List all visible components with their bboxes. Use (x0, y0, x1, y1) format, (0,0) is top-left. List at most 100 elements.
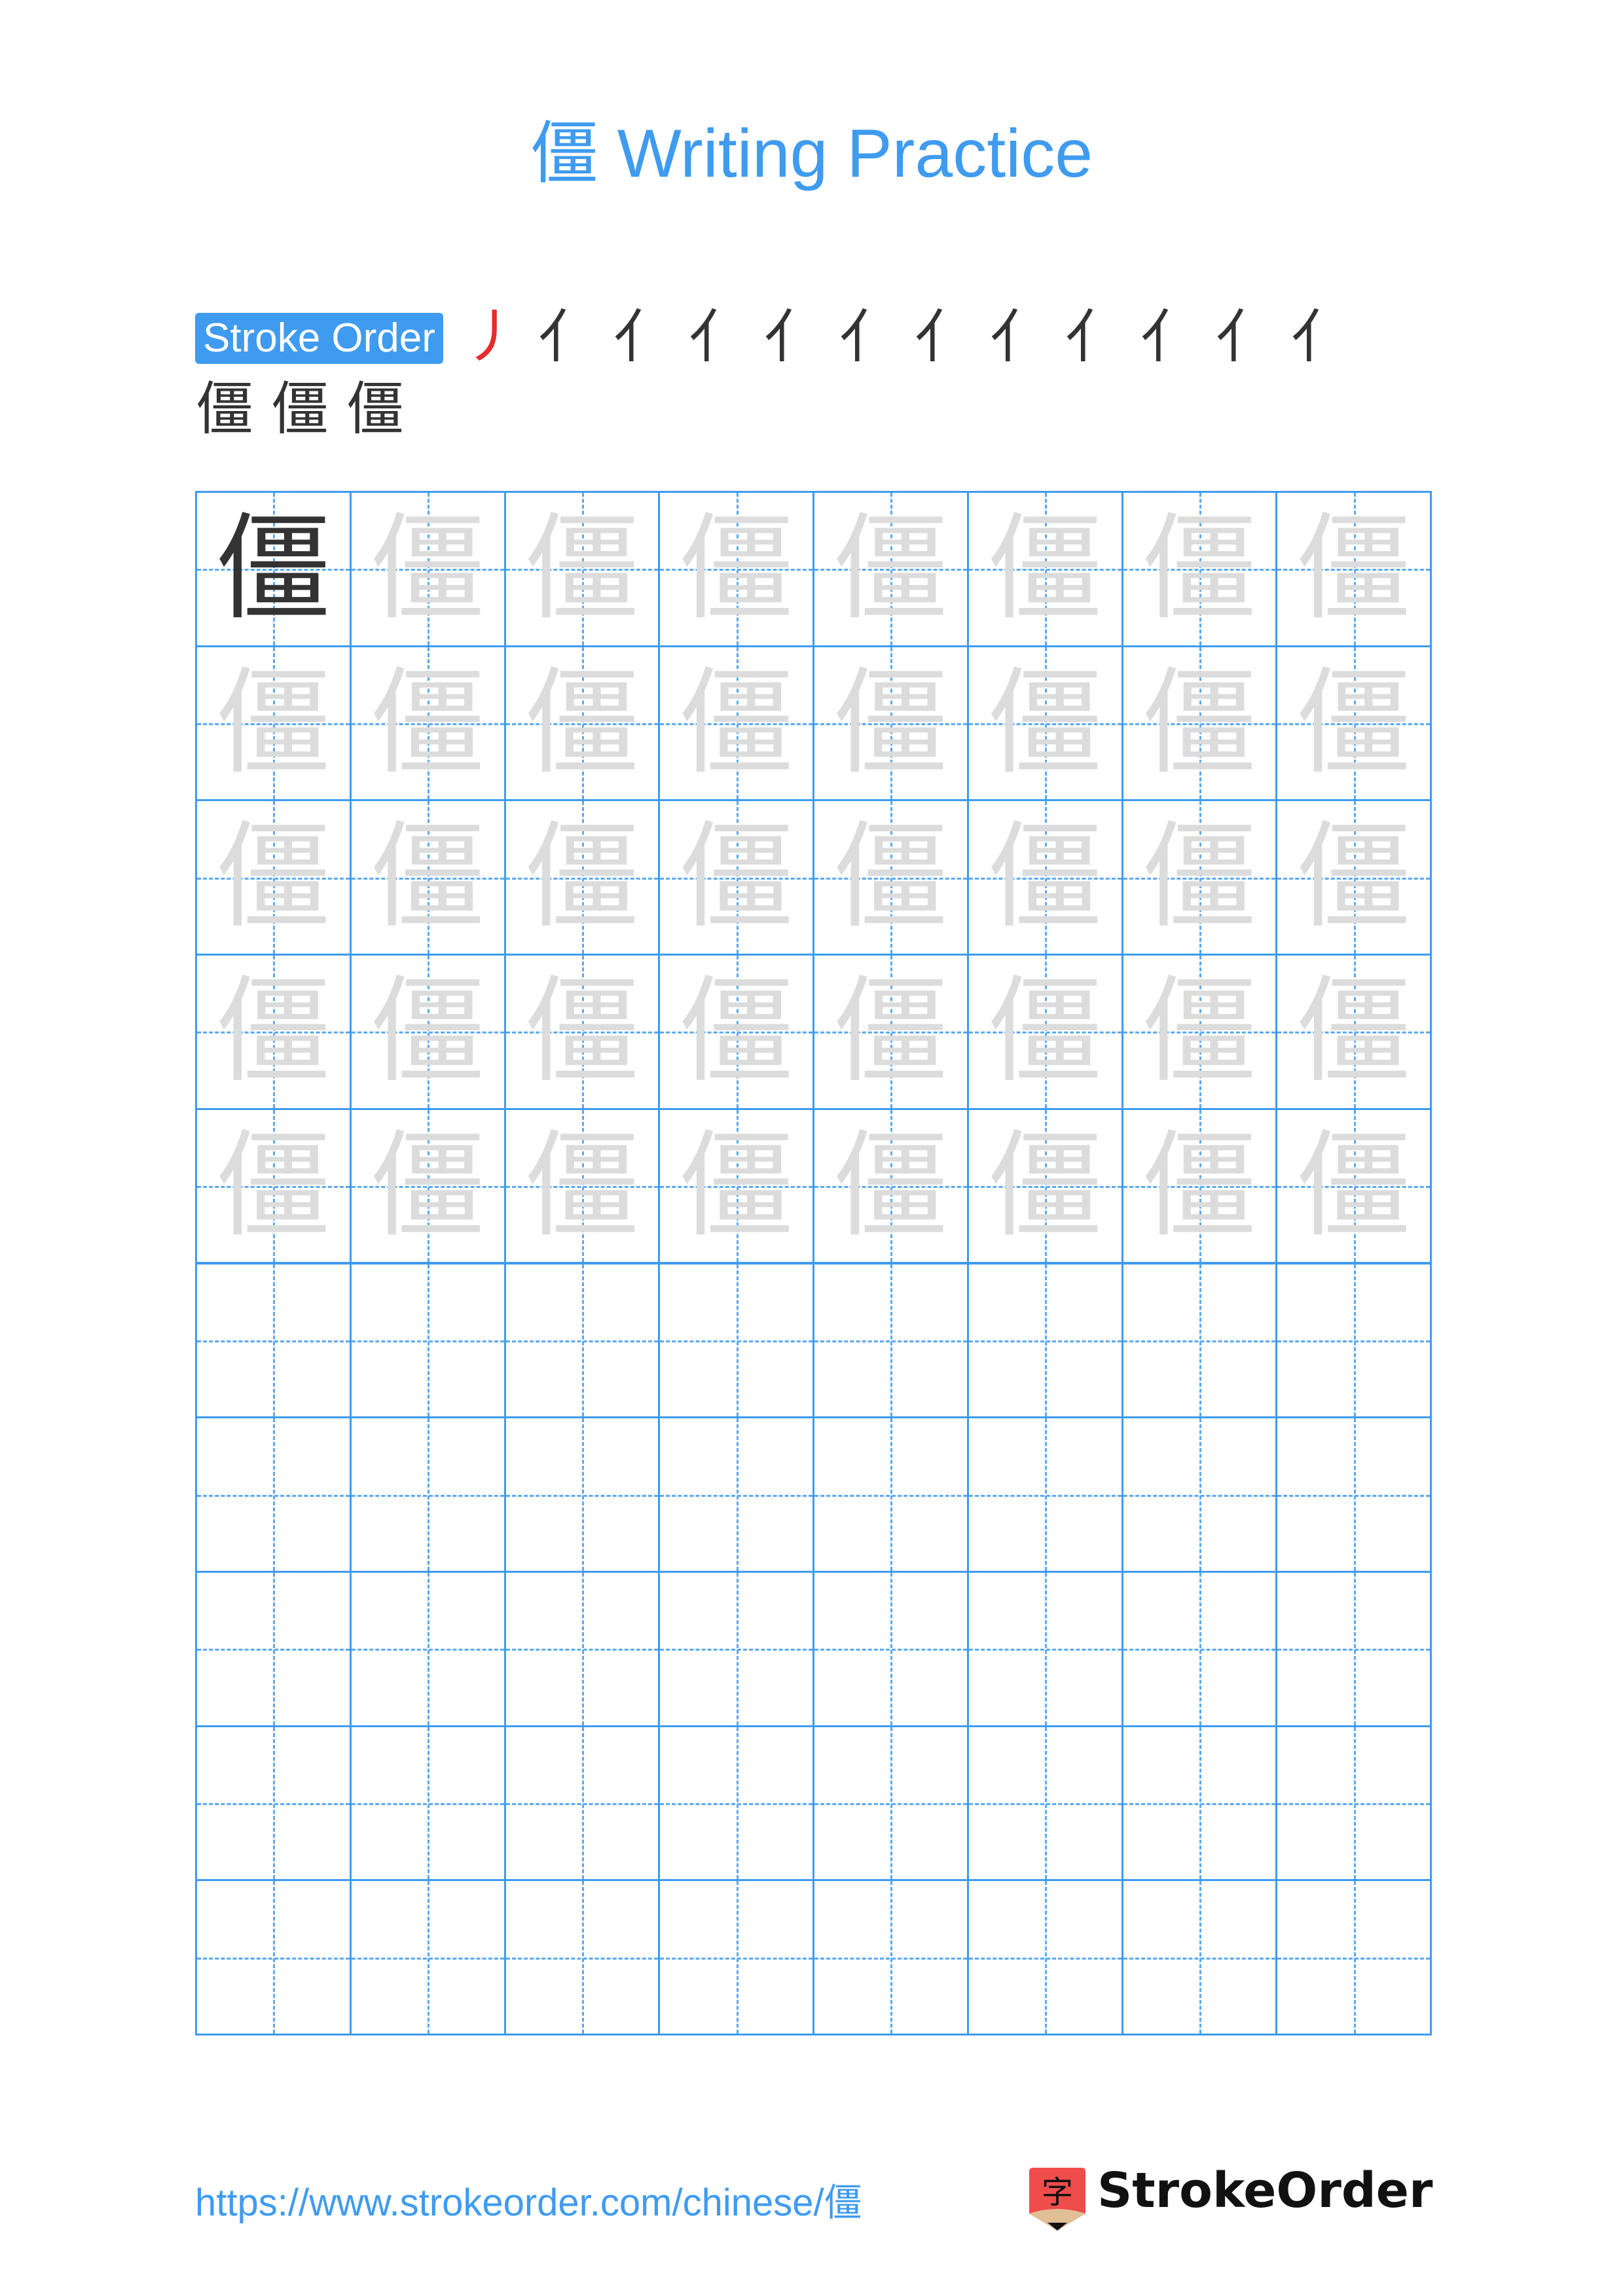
practice-cell[interactable] (1121, 1879, 1278, 2036)
practice-cell[interactable]: 僵 (349, 799, 506, 956)
practice-cell[interactable] (658, 1725, 814, 1882)
practice-cell[interactable] (195, 1416, 352, 1573)
practice-cell[interactable]: 僵 (658, 799, 814, 956)
practice-cell[interactable]: 僵 (503, 799, 661, 956)
practice-cell[interactable] (1275, 1416, 1432, 1573)
footer-url-link[interactable]: https://www.strokeorder.com/chinese/僵 (195, 2172, 862, 2227)
practice-cell[interactable]: 僵 (1275, 799, 1432, 956)
practice-cell[interactable]: 僵 (1121, 1107, 1278, 1265)
practice-cell[interactable]: 僵 (658, 491, 814, 647)
practice-cell[interactable]: 僵 (812, 799, 969, 956)
practice-cell[interactable] (1121, 1416, 1278, 1573)
practice-cell[interactable]: 僵 (812, 645, 969, 802)
practice-cell[interactable]: 僵 (349, 954, 506, 1110)
practice-cell[interactable]: 僵 (966, 799, 1123, 956)
practice-cell[interactable] (812, 1416, 969, 1573)
horizontal-guide-line (351, 1340, 504, 1342)
practice-cell[interactable]: 僵 (658, 954, 814, 1110)
practice-cell[interactable]: 僵 (195, 645, 352, 802)
horizontal-guide-line (1123, 1649, 1276, 1651)
practice-cell[interactable] (658, 1570, 814, 1727)
practice-cell[interactable] (503, 1570, 661, 1727)
practice-cell[interactable] (658, 1262, 814, 1419)
practice-cell[interactable] (1275, 1262, 1432, 1419)
practice-cell[interactable]: 僵 (195, 491, 352, 647)
practice-cell[interactable] (966, 1879, 1123, 2036)
practice-cell[interactable]: 僵 (812, 491, 969, 647)
practice-cell[interactable] (349, 1570, 506, 1727)
practice-cell[interactable]: 僵 (349, 491, 506, 647)
practice-cell[interactable] (503, 1262, 661, 1419)
practice-cell[interactable] (966, 1570, 1123, 1727)
trace-character: 僵 (215, 1118, 331, 1253)
practice-cell[interactable] (1275, 1879, 1432, 2036)
practice-cell[interactable] (658, 1879, 814, 2036)
trace-character: 僵 (1141, 964, 1257, 1099)
practice-cell[interactable]: 僵 (658, 1107, 814, 1265)
practice-cell[interactable]: 僵 (195, 799, 352, 956)
practice-cell[interactable] (1275, 1725, 1432, 1882)
practice-cell[interactable]: 僵 (1121, 954, 1278, 1110)
horizontal-guide-line (1277, 1494, 1430, 1497)
practice-cell[interactable] (195, 1725, 352, 1882)
practice-cell[interactable] (966, 1416, 1123, 1573)
horizontal-guide-line (351, 1957, 504, 1960)
stroke-step: 丿 (462, 303, 520, 370)
practice-cell[interactable] (195, 1879, 352, 2036)
practice-cell[interactable]: 僵 (966, 1107, 1123, 1265)
practice-cell[interactable]: 僵 (503, 645, 661, 802)
horizontal-guide-line (814, 1340, 967, 1342)
practice-cell[interactable] (1121, 1570, 1278, 1727)
trace-character: 僵 (833, 501, 949, 636)
trace-character: 僵 (987, 810, 1103, 944)
practice-cell[interactable] (1121, 1262, 1278, 1419)
practice-cell[interactable]: 僵 (1121, 491, 1278, 647)
practice-cell[interactable]: 僵 (195, 954, 352, 1110)
horizontal-guide-line (505, 1649, 659, 1651)
practice-cell[interactable] (658, 1416, 814, 1573)
practice-cell[interactable] (966, 1262, 1123, 1419)
practice-cell[interactable]: 僵 (349, 645, 506, 802)
practice-cell[interactable] (812, 1725, 969, 1882)
practice-cell[interactable] (503, 1725, 661, 1882)
horizontal-guide-line (1277, 1340, 1430, 1342)
horizontal-guide-line (1123, 1957, 1276, 1960)
practice-cell[interactable] (195, 1570, 352, 1727)
logo-text: StrokeOrder (1097, 2162, 1433, 2219)
practice-cell[interactable] (349, 1879, 506, 2036)
practice-cell[interactable] (966, 1725, 1123, 1882)
practice-cell[interactable]: 僵 (1275, 491, 1432, 647)
practice-cell[interactable] (349, 1725, 506, 1882)
practice-cell[interactable]: 僵 (349, 1107, 506, 1265)
trace-character: 僵 (1141, 501, 1257, 636)
practice-cell[interactable] (503, 1879, 661, 2036)
practice-cell[interactable]: 僵 (503, 1107, 661, 1265)
practice-cell[interactable]: 僵 (966, 645, 1123, 802)
practice-cell[interactable] (812, 1879, 969, 2036)
practice-cell[interactable]: 僵 (658, 645, 814, 802)
stroke-step: 亻 (1065, 303, 1123, 370)
practice-cell[interactable]: 僵 (812, 1107, 969, 1265)
practice-cell[interactable] (812, 1262, 969, 1419)
practice-cell[interactable] (503, 1416, 661, 1573)
practice-cell[interactable] (195, 1262, 352, 1419)
practice-cell[interactable]: 僵 (1275, 954, 1432, 1110)
practice-cell[interactable]: 僵 (1121, 799, 1278, 956)
practice-cell[interactable] (349, 1262, 506, 1419)
practice-cell[interactable]: 僵 (966, 954, 1123, 1110)
practice-cell[interactable]: 僵 (503, 491, 661, 647)
practice-cell[interactable]: 僵 (195, 1107, 352, 1265)
practice-cell[interactable] (1275, 1570, 1432, 1727)
practice-cell[interactable]: 僵 (1121, 645, 1278, 802)
practice-cell[interactable]: 僵 (812, 954, 969, 1110)
practice-cell[interactable] (812, 1570, 969, 1727)
stroke-step: 亻 (914, 303, 972, 370)
svg-text:字: 字 (1042, 2174, 1073, 2211)
practice-cell[interactable]: 僵 (1275, 1107, 1432, 1265)
practice-cell[interactable] (1121, 1725, 1278, 1882)
practice-cell[interactable]: 僵 (1275, 645, 1432, 802)
horizontal-guide-line (968, 1340, 1122, 1342)
practice-cell[interactable] (349, 1416, 506, 1573)
practice-cell[interactable]: 僵 (966, 491, 1123, 647)
practice-cell[interactable]: 僵 (503, 954, 661, 1110)
